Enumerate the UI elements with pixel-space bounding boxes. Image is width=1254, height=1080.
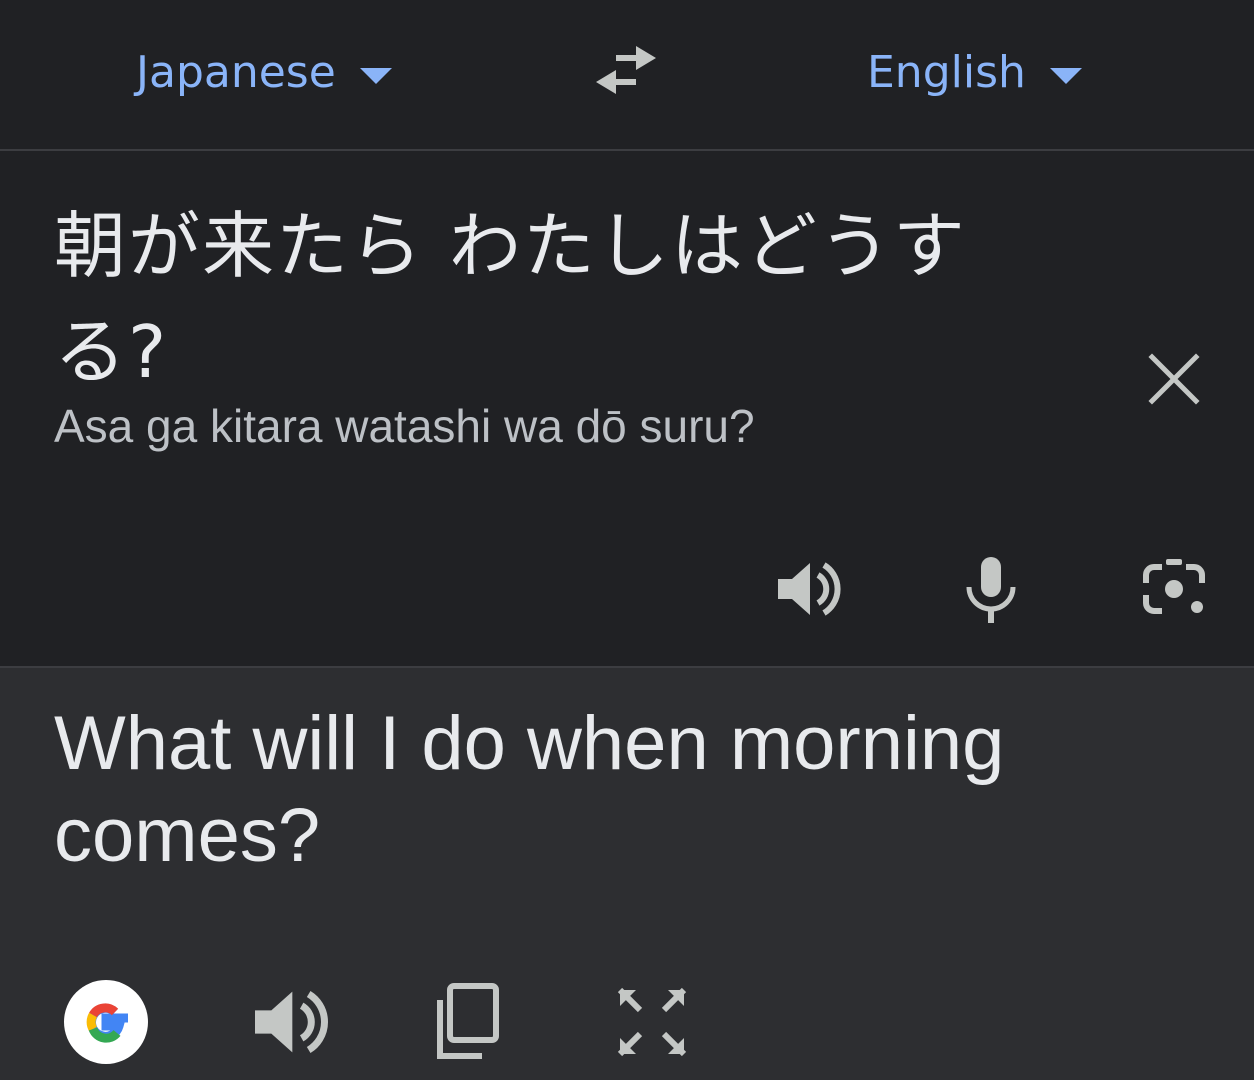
google-button[interactable] xyxy=(64,980,148,1064)
copy-icon xyxy=(437,983,499,1059)
clear-input-button[interactable] xyxy=(1146,351,1202,407)
source-language-selector[interactable]: Japanese xyxy=(136,42,392,102)
language-bar: Japanese English xyxy=(0,0,1254,151)
translate-app: Japanese English 朝が来たら わたしはどうする? Asa ga … xyxy=(0,0,1254,1080)
fullscreen-button[interactable] xyxy=(610,980,694,1064)
dropdown-caret-icon xyxy=(1049,68,1082,84)
close-icon xyxy=(1148,353,1200,405)
source-text-input[interactable]: 朝が来たら わたしはどうする? xyxy=(54,193,994,405)
speaker-icon xyxy=(778,562,841,616)
dropdown-caret-icon xyxy=(359,68,392,84)
source-listen-button[interactable] xyxy=(772,553,844,625)
source-transliteration: Asa ga kitara watashi wa dō suru? xyxy=(54,400,755,452)
microphone-icon xyxy=(966,557,1016,623)
swap-languages-button[interactable] xyxy=(590,40,662,100)
camera-lens-icon xyxy=(1143,559,1205,614)
target-language-selector[interactable]: English xyxy=(867,42,1082,102)
target-pane: What will I do when morning comes? xyxy=(0,668,1254,1080)
source-camera-button[interactable] xyxy=(1138,553,1210,625)
speaker-icon xyxy=(255,991,328,1053)
target-language-label: English xyxy=(867,46,1026,98)
source-pane: 朝が来たら わたしはどうする? Asa ga kitara watashi wa… xyxy=(0,151,1254,668)
source-microphone-button[interactable] xyxy=(955,553,1027,625)
google-logo-icon xyxy=(64,980,148,1064)
swap-horiz-icon xyxy=(596,46,656,94)
source-language-label: Japanese xyxy=(136,46,336,98)
translated-text: What will I do when morning comes? xyxy=(54,701,1005,878)
fullscreen-icon xyxy=(617,987,687,1057)
target-listen-button[interactable] xyxy=(248,980,332,1064)
copy-button[interactable] xyxy=(426,980,510,1064)
